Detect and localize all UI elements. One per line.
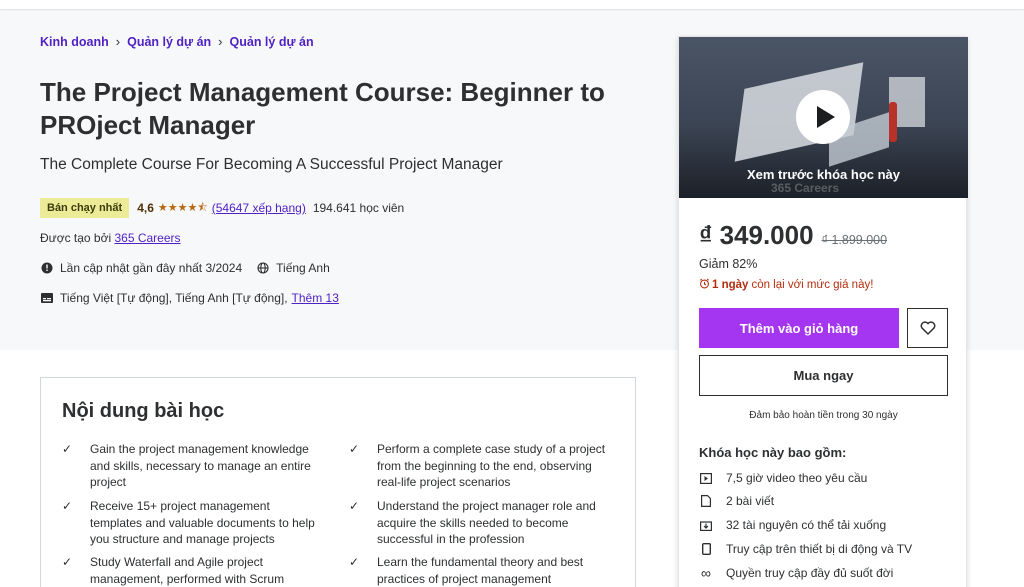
breadcrumb-item-subcategory[interactable]: Quản lý dự án (127, 35, 211, 49)
course-subtitle: The Complete Course For Becoming A Succe… (40, 156, 503, 173)
download-icon (699, 518, 713, 532)
money-back-guarantee: Đảm bảo hoàn tiền trong 30 ngày (749, 410, 898, 421)
include-item-label: 2 bài viết (726, 494, 775, 508)
timer-days: 1 ngày (712, 279, 749, 291)
timer-text: còn lại với mức giá này! (751, 279, 874, 291)
include-item: ∞ Quyền truy cập đầy đủ suốt đời (699, 565, 894, 581)
students-count: 194.641 học viên (312, 201, 405, 215)
learn-item: ✓ Receive 15+ project management templat… (62, 498, 322, 548)
what-you-learn-title: Nội dung bài học (62, 400, 225, 422)
created-by-label: Được tạo bởi (40, 231, 112, 245)
heart-icon (920, 321, 935, 335)
include-item: 2 bài viết (699, 494, 774, 508)
check-icon: ✓ (62, 442, 73, 456)
video-icon (699, 471, 713, 485)
what-you-learn-box: Nội dung bài học ✓ Gain the project mana… (40, 377, 636, 587)
infinity-icon: ∞ (701, 565, 711, 581)
include-item-label: Truy cập trên thiết bị di động và TV (726, 542, 913, 556)
ratings-count-link[interactable]: (54647 xếp hạng) (212, 201, 306, 215)
check-icon: ✓ (62, 555, 73, 569)
check-icon: ✓ (62, 499, 73, 513)
rating-value: 4,6 (137, 201, 154, 215)
learn-item-text: Receive 15+ project management templates… (90, 499, 315, 546)
includes-title: Khóa học này bao gồm: (699, 445, 847, 460)
include-item-label: 32 tài nguyên có thể tải xuống (726, 518, 887, 532)
include-item: Truy cập trên thiết bị di động và TV (699, 542, 912, 556)
globe-icon (256, 262, 269, 275)
alert-badge-icon (40, 262, 53, 275)
original-price: ₫ 1.899.000 (821, 233, 888, 247)
learn-item: ✓ Study Waterfall and Agile project mana… (62, 554, 322, 587)
learn-item-text: Understand the project manager role and … (377, 499, 596, 546)
learn-item-text: Gain the project management knowledge an… (90, 442, 311, 489)
creator-link[interactable]: 365 Careers (114, 231, 180, 245)
learn-item: ✓ Gain the project management knowledge … (62, 441, 322, 491)
course-meta-updated: Lần cập nhật gần đây nhất 3/2024 Tiếng A… (40, 261, 344, 275)
wishlist-button[interactable] (907, 308, 948, 348)
chevron-right-icon: › (218, 34, 223, 49)
rating-row: Bán chạy nhất 4,6 ★★★★⯪ (54647 xếp hạng)… (40, 198, 404, 218)
price-row: ₫ 349.000 ₫ 1.899.000 (699, 220, 887, 251)
learn-item: ✓ Perform a complete case study of a pro… (349, 441, 609, 491)
learn-item: ✓ Understand the project manager role an… (349, 498, 609, 548)
play-icon (816, 106, 835, 128)
closed-captions-icon (40, 292, 53, 305)
course-meta-captions: Tiếng Việt [Tự động], Tiếng Anh [Tự động… (40, 291, 339, 305)
preview-watermark: 365 Careers (771, 181, 840, 195)
breadcrumb: Kinh doanh › Quản lý dự án › Quản lý dự … (40, 34, 314, 49)
last-updated: Lần cập nhật gần đây nhất 3/2024 (60, 261, 243, 275)
breadcrumb-item-category[interactable]: Kinh doanh (40, 35, 109, 49)
more-captions-link[interactable]: Thêm 13 (292, 291, 339, 305)
learn-item: ✓ Learn the fundamental theory and best … (349, 554, 609, 587)
course-preview[interactable]: 365 Careers Xem trước khóa học này (679, 37, 968, 198)
add-to-cart-button[interactable]: Thêm vào giỏ hàng (699, 308, 899, 348)
play-button[interactable] (796, 90, 850, 144)
course-language: Tiếng Anh (276, 261, 330, 275)
include-item: 32 tài nguyên có thể tải xuống (699, 518, 886, 532)
bestseller-badge: Bán chạy nhất (40, 198, 130, 218)
check-icon: ✓ (349, 499, 360, 513)
top-header-bar (0, 0, 1024, 10)
include-item: 7,5 giờ video theo yêu cầu (699, 471, 867, 485)
current-price: ₫ 349.000 (699, 220, 814, 250)
course-title: The Project Management Course: Beginner … (40, 77, 605, 140)
learn-item-text: Perform a complete case study of a proje… (377, 442, 606, 489)
include-item-label: 7,5 giờ video theo yêu cầu (726, 471, 868, 485)
include-item-label: Quyền truy cập đầy đủ suốt đời (726, 566, 894, 580)
learn-item-text: Learn the fundamental theory and best pr… (377, 555, 584, 586)
creator-line: Được tạo bởi 365 Careers (40, 231, 181, 245)
learn-item-text: Study Waterfall and Agile project manage… (90, 555, 285, 586)
purchase-sidebar: 365 Careers Xem trước khóa học này ₫ 349… (678, 36, 968, 587)
article-icon (699, 494, 713, 508)
chevron-right-icon: › (115, 34, 121, 49)
check-icon: ✓ (349, 442, 360, 456)
preview-illustration (889, 102, 897, 142)
price-timer: 1 ngày còn lại với mức giá này! (699, 278, 873, 292)
check-icon: ✓ (349, 555, 360, 569)
captions-list: Tiếng Việt [Tự động], Tiếng Anh [Tự động… (60, 291, 288, 305)
buy-now-button[interactable]: Mua ngay (699, 355, 948, 396)
star-rating-icon: ★★★★⯪ (157, 201, 208, 214)
alarm-clock-icon (699, 278, 710, 292)
mobile-icon (699, 542, 713, 556)
breadcrumb-item-topic[interactable]: Quản lý dự án (230, 35, 314, 49)
discount-percent: Giảm 82% (699, 257, 758, 271)
preview-label: Xem trước khóa học này (746, 167, 901, 182)
